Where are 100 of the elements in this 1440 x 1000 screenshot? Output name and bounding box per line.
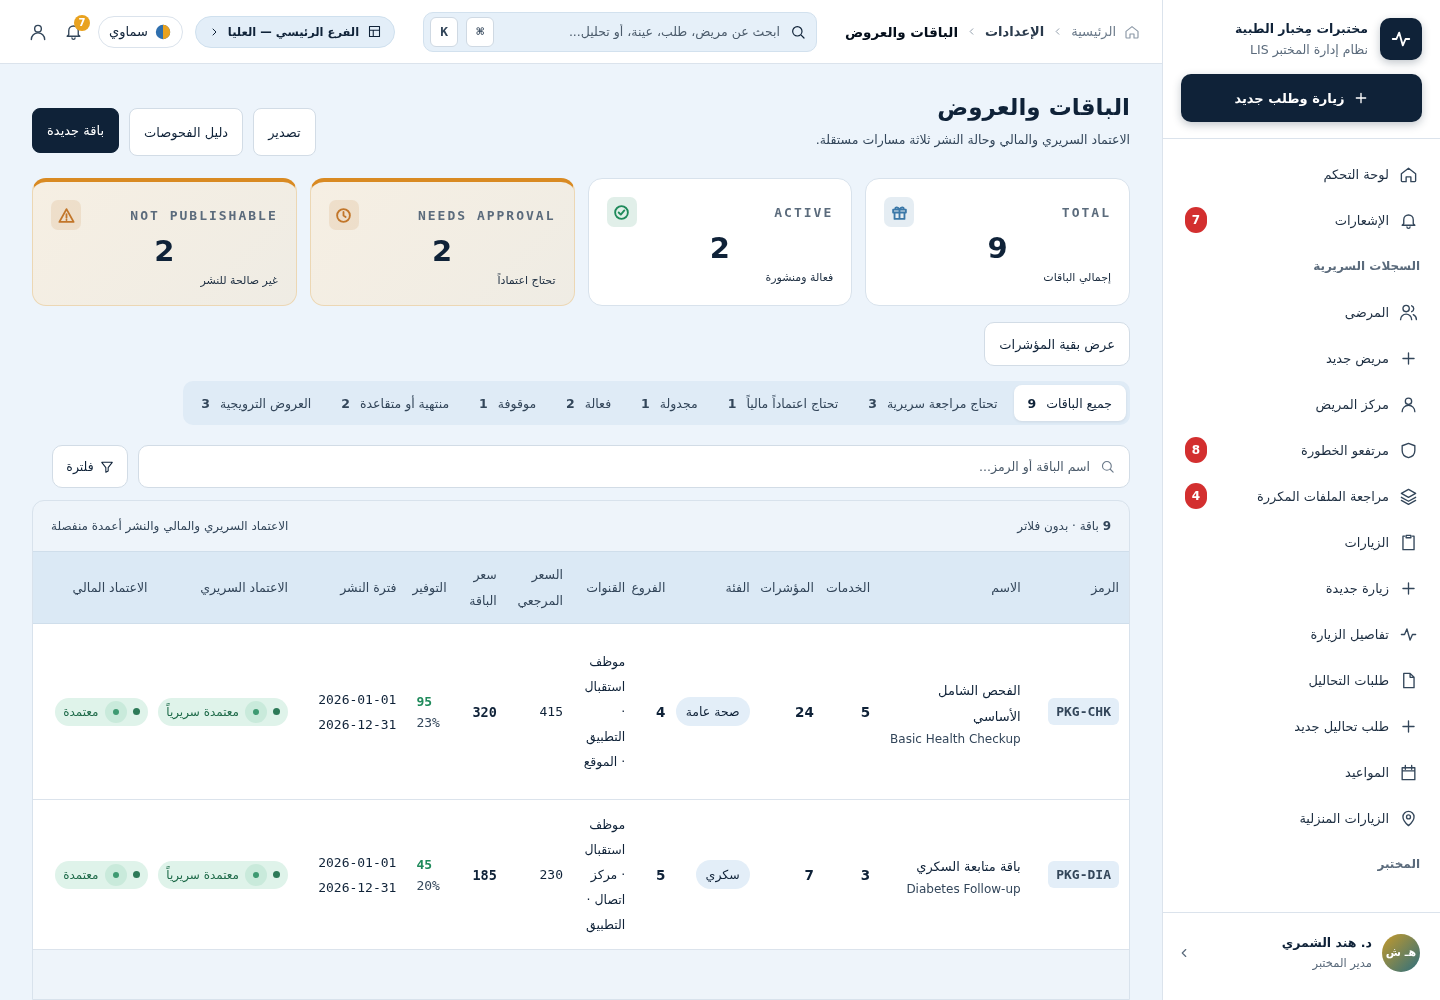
- table-cell: 415: [539, 704, 563, 719]
- stat-caption: غير صالحة للنشر: [199, 274, 278, 287]
- approval-status: معتمدة سريرياً: [158, 697, 289, 726]
- nav-label: الإشعارات: [1334, 212, 1389, 228]
- package-name-english: Diabetes Follow-up: [905, 881, 1021, 896]
- stat-label: NOT PUBLISHABLE: [130, 207, 278, 223]
- filter-button[interactable]: فلترة: [52, 445, 128, 488]
- user-name: د. هند الشمري: [1281, 935, 1372, 950]
- publish-start: 2026-01-01: [317, 853, 397, 872]
- stat-value: 9: [986, 231, 1009, 265]
- breadcrumb-link[interactable]: الإعدادات: [985, 24, 1045, 39]
- nav-item[interactable]: المرضى: [1183, 289, 1420, 335]
- approval-status: معتمدة: [55, 697, 148, 726]
- column-header: الفئة: [675, 551, 760, 624]
- user-icon: [1399, 394, 1418, 414]
- toolbar-button[interactable]: دليل الفحوصات: [129, 108, 244, 156]
- stat-label: NEEDS APPROVAL: [417, 207, 556, 223]
- clipboard-icon: [1399, 532, 1418, 552]
- package-name-english: Basic Health Checkup: [890, 731, 1021, 746]
- nav-item[interactable]: طلبات التحاليل: [1183, 657, 1420, 703]
- home-icon: [1399, 164, 1418, 184]
- avatar: هـ ش: [1382, 933, 1420, 972]
- search-bar[interactable]: اسم الباقة أو الرمز...: [138, 445, 1130, 488]
- channels-text: موظف استقبال · مركز اتصال · التطبيق: [583, 816, 626, 935]
- table-note: الاعتماد السريري والمالي والنشر أعمدة منفصلة: [51, 519, 289, 533]
- search-input[interactable]: اسم الباقة أو الرمز...: [153, 458, 1092, 475]
- table-cell: 5: [655, 866, 666, 883]
- nav-label: المرضى: [1344, 304, 1389, 320]
- approval-status: معتمدة سريرياً: [158, 860, 289, 889]
- calendar-icon: [1399, 762, 1418, 782]
- nav-section-heading: السجلات السريرية: [1312, 258, 1420, 275]
- category-tag: سكري: [695, 860, 750, 889]
- stat-caption: إجمالي الباقات: [1042, 271, 1111, 284]
- package-name: الفحص الشامل الأساسي: [937, 681, 1021, 726]
- theme-toggle[interactable]: سماوي: [98, 15, 183, 48]
- saving-percent: 23%: [416, 714, 441, 730]
- nav-item[interactable]: الزيارات: [1183, 519, 1420, 565]
- nav-item[interactable]: المواعيد: [1183, 749, 1420, 795]
- column-header: الاعتماد المالي: [33, 551, 158, 624]
- new-visit-button[interactable]: زيارة وطلب جديد: [1181, 74, 1422, 122]
- nav-label: لوحة التحكم: [1323, 166, 1389, 182]
- column-header: المؤشرات: [759, 551, 824, 624]
- grid-icon: [367, 24, 383, 39]
- nav-label: مراجعة الملفات المكررة: [1257, 488, 1389, 504]
- nav-item[interactable]: مركز المريض: [1183, 381, 1420, 427]
- nav-item[interactable]: الزيارات المنزلية: [1183, 795, 1420, 841]
- shield-icon: [1399, 440, 1418, 460]
- layers-icon: [1399, 486, 1418, 506]
- nav-label: تفاصيل الزيارة: [1310, 626, 1389, 642]
- users-icon: [1399, 302, 1418, 322]
- category-tag: صحة عامة: [675, 697, 750, 726]
- stat-value: 2: [431, 234, 454, 268]
- nav-item[interactable]: لوحة التحكم: [1183, 151, 1420, 197]
- search-input[interactable]: ابحث عن مريض، طلب، عينة، أو تحليل...: [502, 23, 782, 40]
- nav-label: المواعيد: [1345, 764, 1389, 780]
- column-header: الخدمات: [823, 551, 881, 624]
- column-header: فترة النشر: [298, 551, 407, 624]
- package-code: PKG-DIA: [1048, 861, 1119, 888]
- table-cell: 185: [472, 866, 497, 883]
- table-cell: 4: [655, 703, 666, 720]
- toolbar-button[interactable]: تصدير: [253, 108, 316, 156]
- breadcrumb-link[interactable]: الرئيسية: [1071, 24, 1116, 39]
- new-package-button[interactable]: باقة جديدة: [32, 108, 119, 153]
- nav-item[interactable]: تفاصيل الزيارة: [1183, 611, 1420, 657]
- shortcut-key: ⌘: [466, 16, 495, 47]
- breadcrumb-current: الباقات والعروض: [844, 23, 959, 40]
- nav-label: مركز المريض: [1315, 396, 1389, 412]
- app-name: مختبرات مِخبار الطبية: [1235, 21, 1368, 36]
- stat-caption: تحتاج اعتماداً: [496, 274, 556, 287]
- show-more-button[interactable]: عرض بقية المؤشرات: [984, 322, 1130, 366]
- branch-selector[interactable]: الفرع الرئيسي — العليا: [194, 15, 396, 48]
- table-cell: 7: [804, 866, 814, 883]
- publish-end: 2026-12-31: [317, 878, 397, 897]
- publish-end: 2026-12-31: [317, 715, 397, 734]
- stat-value: 2: [153, 234, 176, 268]
- stat-label: ACTIVE: [774, 204, 834, 220]
- filter-icon: [99, 459, 114, 474]
- package-code: PKG-CHK: [1048, 698, 1119, 725]
- nav-section-heading: المختبر: [1376, 856, 1420, 873]
- user-role: مدير المختبر: [1311, 956, 1372, 970]
- stat-value: 2: [708, 231, 731, 265]
- nav-item[interactable]: مريض جديد: [1183, 335, 1420, 381]
- table-cell: 5: [860, 703, 871, 720]
- notification-badge: 7: [74, 14, 90, 31]
- saving-amount: 45: [416, 856, 434, 872]
- page-subtitle: الاعتماد السريري والمالي وحالة النشر ثلاثة مسارات مستقلة.: [815, 132, 1130, 147]
- nav-item[interactable]: زيارة جديدة: [1183, 565, 1420, 611]
- nav-label: زيارة جديدة: [1325, 580, 1389, 596]
- stat-caption: فعالة ومنشورة: [764, 271, 834, 284]
- nav-label: مرتفعو الخطورة: [1301, 442, 1389, 458]
- shortcut-key: K: [430, 16, 459, 47]
- nav-label: الزيارات المنزلية: [1299, 810, 1389, 826]
- search-icon: [1100, 459, 1115, 474]
- half-circle-icon: [153, 22, 172, 41]
- logo-icon: [1380, 18, 1422, 60]
- nav-item[interactable]: طلب تحاليل جديد: [1183, 703, 1420, 749]
- table-cell: 320: [472, 703, 497, 720]
- nav-label: طلب تحاليل جديد: [1294, 718, 1389, 734]
- column-header: التوفير: [406, 551, 457, 624]
- column-header: سعر الباقة: [456, 551, 507, 624]
